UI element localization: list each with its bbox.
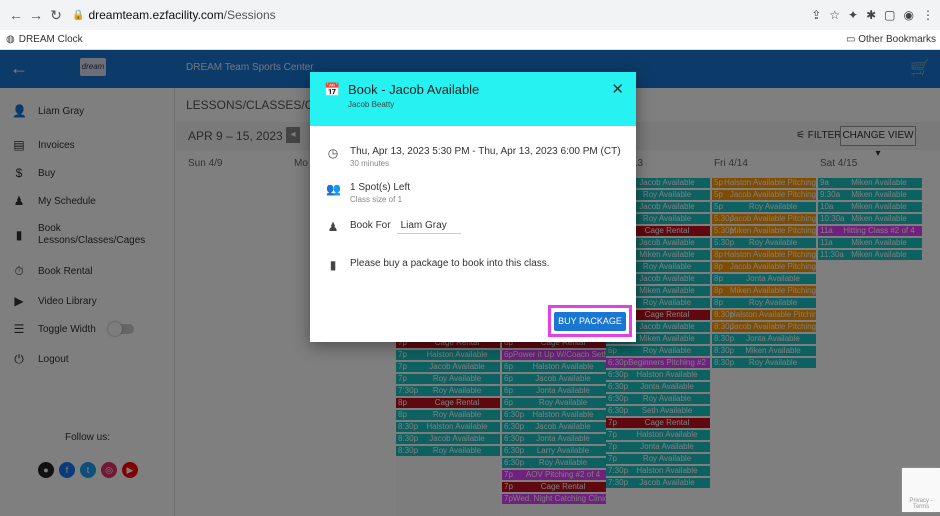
share-icon[interactable]: ⇪ bbox=[811, 8, 821, 22]
other-bookmarks[interactable]: ▭ Other Bookmarks bbox=[846, 34, 936, 45]
message-text: Please buy a package to book into this c… bbox=[350, 258, 550, 269]
modal-subtitle: Jacob Beatty bbox=[348, 100, 395, 109]
puzzle-icon[interactable]: ✱ bbox=[866, 8, 876, 22]
star-icon[interactable]: ☆ bbox=[829, 8, 840, 22]
booking-modal: 📅 Book - Jacob Available Jacob Beatty ✕ … bbox=[310, 72, 636, 342]
recaptcha-text: Privacy - Terms bbox=[909, 498, 933, 510]
recaptcha-badge: Privacy - Terms bbox=[902, 468, 940, 512]
bookmark-globe-icon: ◍ bbox=[6, 34, 15, 45]
profile-icon[interactable]: ◉ bbox=[904, 8, 914, 22]
book-icon: ▮ bbox=[329, 258, 337, 272]
book-for-select[interactable]: Liam Gray bbox=[396, 220, 461, 234]
clock-icon: ◷ bbox=[327, 146, 339, 160]
group-icon: 👥 bbox=[326, 182, 341, 196]
bookmarks-bar: ◍ DREAM Clock ▭ Other Bookmarks bbox=[0, 30, 940, 50]
class-size-text: Class size of 1 bbox=[350, 195, 403, 204]
other-bookmarks-label: Other Bookmarks bbox=[858, 34, 936, 45]
url-path: /Sessions bbox=[223, 8, 276, 22]
lock-icon: 🔒 bbox=[72, 9, 85, 21]
close-icon[interactable]: ✕ bbox=[611, 80, 624, 98]
calendar-icon: 📅 bbox=[324, 82, 341, 97]
forward-arrow-icon[interactable]: → bbox=[26, 7, 46, 23]
person-icon: ♟ bbox=[327, 220, 339, 234]
book-for-label: Book For bbox=[350, 220, 391, 231]
back-arrow-icon[interactable]: ← bbox=[6, 7, 26, 23]
url-domain: dreamteam.ezfacility.com bbox=[88, 8, 224, 22]
address-bar[interactable]: 🔒 dreamteam.ezfacility.com/Sessions bbox=[72, 8, 276, 22]
folder-icon: ▭ bbox=[845, 34, 859, 45]
modal-title: Book - Jacob Available bbox=[348, 82, 480, 97]
extension-icon[interactable]: ✦ bbox=[848, 8, 858, 22]
duration-text: 30 minutes bbox=[350, 159, 390, 168]
datetime-text: Thu, Apr 13, 2023 5:30 PM - Thu, Apr 13,… bbox=[350, 146, 621, 157]
sidebar-toggle-icon[interactable]: ▢ bbox=[884, 8, 895, 22]
buy-package-button[interactable]: BUY PACKAGE bbox=[554, 312, 626, 331]
menu-icon[interactable]: ⋮ bbox=[922, 8, 934, 22]
bookmark-dream-clock[interactable]: DREAM Clock bbox=[19, 34, 83, 45]
modal-header: 📅 Book - Jacob Available Jacob Beatty ✕ bbox=[310, 72, 636, 126]
book-for-field: Book For Liam Gray bbox=[350, 220, 461, 234]
reload-icon[interactable]: ↻ bbox=[46, 7, 66, 24]
spots-text: 1 Spot(s) Left bbox=[350, 182, 411, 193]
browser-toolbar: ← → ↻ 🔒 dreamteam.ezfacility.com/Session… bbox=[0, 0, 940, 30]
